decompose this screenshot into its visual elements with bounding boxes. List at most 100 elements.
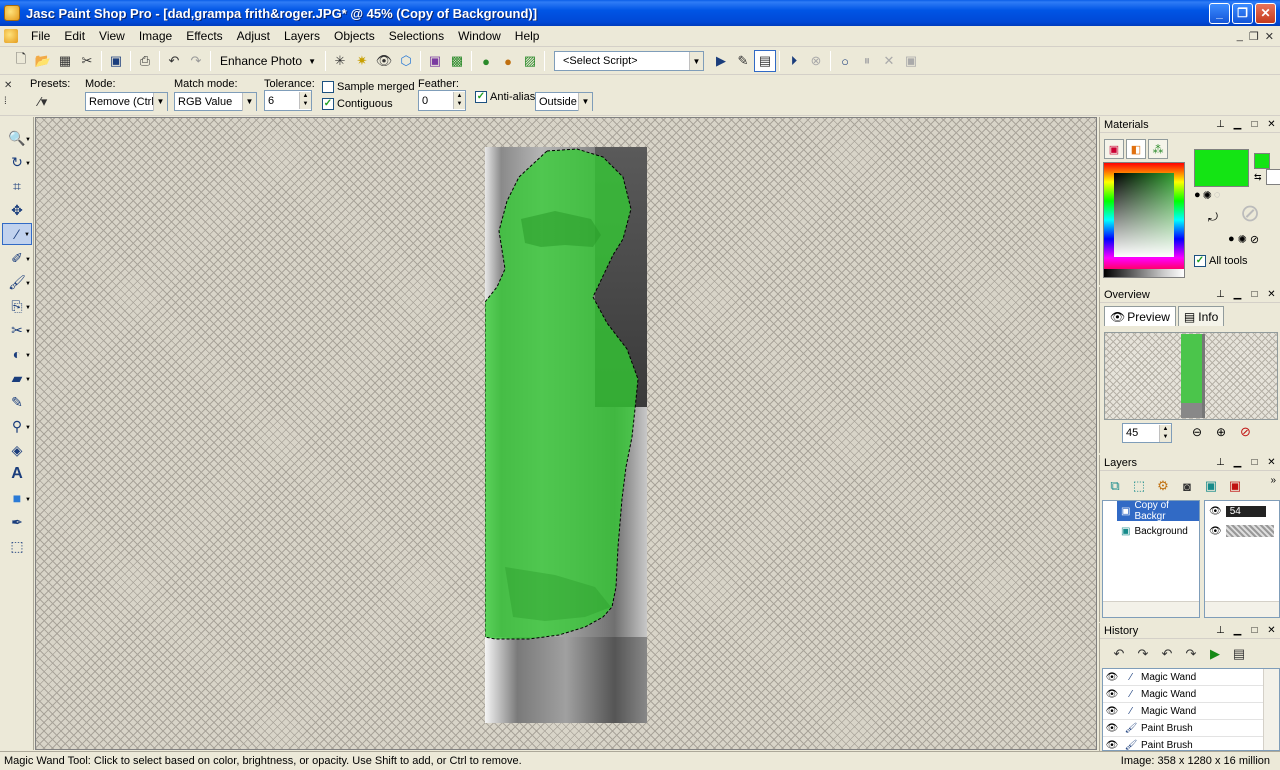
layer-properties-icon[interactable]: ▣ [1200,475,1222,497]
one-step-photo-fix-icon[interactable]: ✳ [329,50,351,72]
history-redo-icon[interactable]: ↷ [1180,643,1202,665]
tab-preview[interactable]: 👁 Preview [1104,306,1176,326]
pin-icon[interactable]: ⊥ [1212,457,1229,468]
scratch-remover-tool-icon[interactable]: ✂ ▼ [2,319,32,341]
app-icon[interactable] [4,5,20,21]
foreground-swatch[interactable] [1194,149,1249,187]
palette-icon-1[interactable]: ● [475,50,497,72]
visibility-eye-icon[interactable]: 👁 [1209,506,1222,517]
close-icon[interactable]: ✕ [1263,289,1280,300]
menu-edit[interactable]: Edit [57,26,92,47]
tolerance-input[interactable]: 6 ▲ ▼ [264,90,312,111]
palette-icon-2[interactable]: ● [497,50,519,72]
enhance-photo-button[interactable]: Enhance Photo ▼ [214,50,322,72]
title-bar[interactable]: Jasc Paint Shop Pro - [dad,grampa frith&… [0,0,1280,26]
document-icon[interactable] [4,29,18,43]
layer-row[interactable]: ▣ Background [1117,521,1199,541]
menu-window[interactable]: Window [451,26,508,47]
dropper-tool-icon[interactable]: ✐ ▼ [2,247,32,269]
swatches-tab-icon[interactable]: ⁂ [1148,139,1168,159]
maximize-icon[interactable]: □ [1246,625,1263,636]
new-raster-layer-icon[interactable]: ⧉ [1104,475,1126,497]
chevron-down-icon[interactable]: ▼ [578,92,592,111]
chevron-down-icon[interactable]: ▼ [242,92,256,111]
image-icon[interactable]: ▨ [519,50,541,72]
list-item[interactable]: 👁 🖌 Paint Brush [1103,720,1279,737]
automatic-color-icon[interactable]: ⬡ [395,50,417,72]
save-script-icon[interactable]: ▣ [900,50,922,72]
bg-color-mode-icon[interactable]: ● [1228,233,1235,246]
new-mask-layer-icon[interactable]: ◙ [1176,475,1198,497]
scan-icon[interactable]: ✂ [76,50,98,72]
flood-fill-tool-icon[interactable]: ◈ [2,439,32,461]
color-picker-rainbow[interactable] [1103,162,1185,278]
transparent-icon[interactable]: ⊘ [1240,199,1260,228]
history-undo-icon[interactable]: ↶ [1156,643,1178,665]
maximize-icon[interactable]: □ [1246,289,1263,300]
frame-tab-icon[interactable]: ▣ [1104,139,1124,159]
run-script-icon[interactable]: ▶ [710,50,732,72]
deform-tool-icon[interactable]: ↻ ▼ [2,151,32,173]
save-icon[interactable]: ▣ [105,50,127,72]
cancel-script-icon[interactable]: ⊗ [805,50,827,72]
contiguous-checkbox[interactable]: ✓ Contiguous [322,98,393,110]
object-selector-tool-icon[interactable]: ⬚ [2,535,32,557]
visibility-eye-icon[interactable]: 👁 [1209,526,1222,537]
preset-shape-tool-icon[interactable]: ■ ▼ [2,487,32,509]
print-icon[interactable]: ⎙ [134,50,156,72]
zoom-stepper[interactable]: ▲ ▼ [1159,424,1171,442]
redo-to-icon[interactable]: ↷ [1132,643,1154,665]
record-icon[interactable]: ○ [834,50,856,72]
magic-wand-tool-icon[interactable]: ⁄ ▼ [2,223,32,245]
mdi-close-icon[interactable]: ✕ [1265,30,1274,43]
bg-gradient-mode-icon[interactable]: ✺ [1238,233,1247,246]
overview-zoom-input[interactable]: 45 ▲ ▼ [1122,423,1172,443]
magic-wand-icon[interactable]: ⁄▾ [32,91,54,113]
dodge-tool-icon[interactable]: ◐ ▼ [2,343,32,365]
layers-opacity-scrollbar[interactable] [1205,601,1279,617]
chevron-down-icon[interactable]: ▼ [689,52,703,70]
mdi-restore-icon[interactable]: ❐ [1249,30,1259,43]
restore-button[interactable]: ❐ [1232,2,1253,24]
menu-file[interactable]: File [24,26,57,47]
sample-merged-checkbox[interactable]: Sample merged [322,81,415,93]
all-tools-checkbox[interactable]: ✓ All tools [1194,255,1248,267]
script-toggle-icon[interactable]: ▤ [754,50,776,72]
script-select[interactable]: <Select Script> ▼ [554,51,704,71]
picture-tube-icon[interactable]: ▩ [446,50,468,72]
new-file-icon[interactable]: 🗋 [10,50,32,72]
pause-icon[interactable]: ⏸ [856,50,878,72]
picture-tube-tool-icon[interactable]: ✎ [2,391,32,413]
rainbow-tab-icon[interactable]: ◧ [1126,139,1146,159]
auto-fix-icon[interactable]: ✷ [351,50,373,72]
menu-help[interactable]: Help [508,26,547,47]
eye-icon[interactable]: 👁 [1103,740,1121,751]
chevron-down-icon[interactable]: ▼ [153,92,167,111]
menu-effects[interactable]: Effects [179,26,229,47]
list-item[interactable]: 👁 ⁄ Magic Wand [1103,686,1279,703]
anti-alias-mode-select[interactable]: Outside ▼ [535,92,593,111]
browse-icon[interactable]: ▦ [54,50,76,72]
history-scrollbar[interactable] [1263,669,1279,750]
minimize-icon[interactable]: ▁ [1229,457,1246,468]
close-icon[interactable]: ✕ [1263,119,1280,130]
zoom-out-icon[interactable]: ⊖ [1192,425,1202,439]
mode-select[interactable]: Remove (Ctrl) ▼ [85,92,168,111]
pin-icon[interactable]: ⊥ [1212,119,1229,130]
pattern-mode-icon[interactable]: ◌ [1214,189,1221,202]
close-icon[interactable]: ✕ ⁞ [4,78,12,110]
close-icon[interactable]: ✕ [1263,457,1280,468]
edit-script-icon[interactable]: ✎ [732,50,754,72]
airbrush-tool-icon[interactable]: ⚲ ▼ [2,415,32,437]
new-vector-layer-icon[interactable]: ⬚ [1128,475,1150,497]
list-item[interactable]: 👁 ⁄ Magic Wand [1103,703,1279,720]
eraser-tool-icon[interactable]: ▰ ▼ [2,367,32,389]
close-icon[interactable]: ✕ [1263,625,1280,636]
redo-icon[interactable]: ↷ [185,50,207,72]
text-tool-icon[interactable]: A [2,463,32,485]
minimize-icon[interactable]: ▁ [1229,119,1246,130]
maximize-icon[interactable]: □ [1246,457,1263,468]
zoom-tool-icon[interactable]: 🔍 ▼ [2,127,32,149]
menu-view[interactable]: View [92,26,132,47]
match-mode-select[interactable]: RGB Value ▼ [174,92,257,111]
